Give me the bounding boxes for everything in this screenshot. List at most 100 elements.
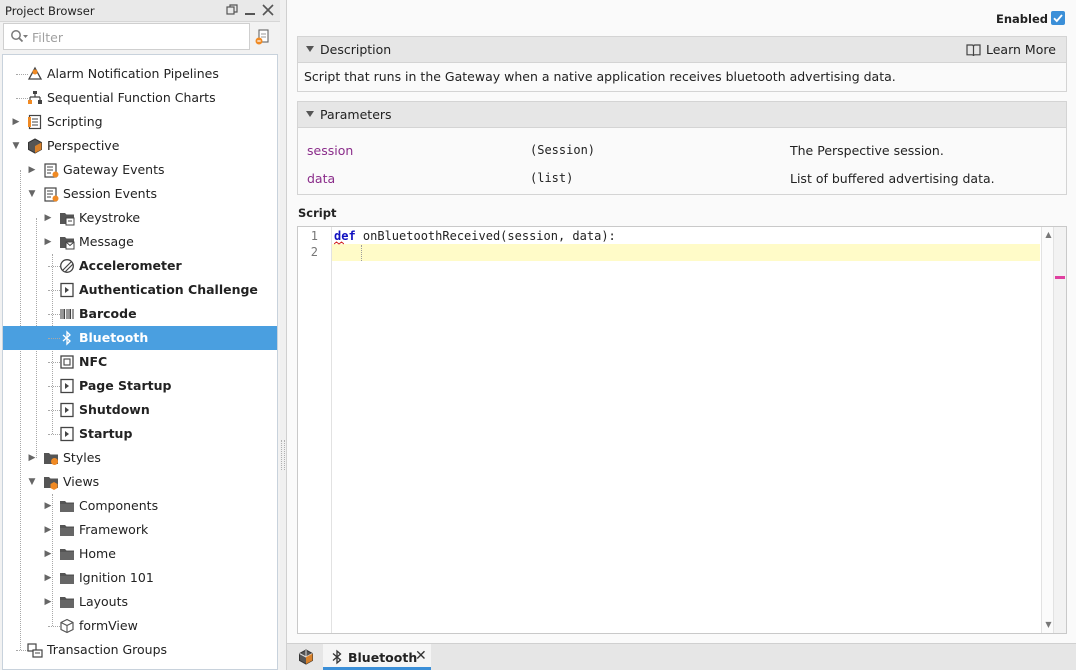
expand-arrow-icon[interactable]: ▶ xyxy=(11,117,21,127)
description-section: Description Learn More Script that runs … xyxy=(297,36,1067,92)
filter-field[interactable] xyxy=(3,23,250,50)
perspective-icon[interactable] xyxy=(298,649,314,665)
parameter-type: (Session) xyxy=(530,143,596,157)
tree-item-message[interactable]: ▶ Message xyxy=(3,230,277,254)
expand-arrow-icon[interactable]: ▶ xyxy=(43,501,53,511)
session-events-icon xyxy=(44,187,59,202)
tree-item-perspective[interactable]: ▼ Perspective xyxy=(3,134,277,158)
parameter-row: data (list) List of buffered advertising… xyxy=(298,166,1066,190)
tree-item-startup[interactable]: Startup xyxy=(3,422,277,446)
tree-item-bluetooth[interactable]: Bluetooth xyxy=(3,326,277,350)
splitter-handle[interactable] xyxy=(281,440,285,470)
expand-arrow-icon[interactable]: ▶ xyxy=(43,525,53,535)
vertical-scrollbar[interactable]: ▲ ▼ xyxy=(1041,227,1053,633)
styles-folder-icon xyxy=(44,453,58,465)
line-number-gutter: 1 2 xyxy=(298,227,332,633)
tree-item-components[interactable]: ▶ Components xyxy=(3,494,277,518)
expand-arrow-icon[interactable]: ▶ xyxy=(27,165,37,175)
collapse-arrow-icon[interactable]: ▼ xyxy=(27,477,37,487)
error-overview-ruler[interactable] xyxy=(1053,227,1066,633)
tree-item-transaction-groups[interactable]: Transaction Groups xyxy=(3,638,277,662)
tree-item-label: Bluetooth xyxy=(79,330,149,345)
filter-options-icon[interactable] xyxy=(253,27,273,47)
tree-item-label: Barcode xyxy=(79,306,137,321)
description-header[interactable]: Description Learn More xyxy=(298,37,1066,63)
folder-icon xyxy=(60,549,74,560)
collapse-arrow-icon[interactable]: ▼ xyxy=(27,189,37,199)
tree-item-label: Keystroke xyxy=(79,210,141,225)
close-tab-icon[interactable]: ✕ xyxy=(415,649,427,663)
current-line-highlight xyxy=(332,244,1040,261)
expand-arrow-icon[interactable]: ▶ xyxy=(43,597,53,607)
tree-item-framework[interactable]: ▶ Framework xyxy=(3,518,277,542)
tree-item-label: Sequential Function Charts xyxy=(47,90,216,105)
close-icon[interactable] xyxy=(261,3,275,17)
script-event-icon xyxy=(60,378,74,394)
filter-input[interactable] xyxy=(32,28,242,46)
project-tree[interactable]: Alarm Notification Pipelines Sequential F… xyxy=(2,54,278,670)
tree-item-barcode[interactable]: Barcode xyxy=(3,302,277,326)
tree-item-label: Accelerometer xyxy=(79,258,182,273)
alarm-pipeline-icon xyxy=(27,66,43,80)
expand-arrow-icon[interactable]: ▶ xyxy=(43,213,53,223)
tree-item-label: Perspective xyxy=(47,138,120,153)
expand-arrow-icon[interactable]: ▶ xyxy=(43,549,53,559)
tree-item-views[interactable]: ▼ Views xyxy=(3,470,277,494)
tree-item-home[interactable]: ▶ Home xyxy=(3,542,277,566)
parameters-title: Parameters xyxy=(320,107,392,122)
tree-item-ignition-101[interactable]: ▶ Ignition 101 xyxy=(3,566,277,590)
learn-more-link[interactable]: Learn More xyxy=(966,41,1058,59)
tree-item-label: Message xyxy=(79,234,134,249)
tree-item-alarm-notification-pipelines[interactable]: Alarm Notification Pipelines xyxy=(3,62,277,86)
tree-item-scripting[interactable]: ▶ Scripting xyxy=(3,110,277,134)
minimize-icon[interactable] xyxy=(243,3,257,17)
tree-item-sequential-function-charts[interactable]: Sequential Function Charts xyxy=(3,86,277,110)
code-text-area[interactable]: def onBluetoothReceived(session, data): xyxy=(332,227,1040,633)
error-marker[interactable] xyxy=(1055,276,1065,279)
tree-item-label: Shutdown xyxy=(79,402,150,417)
parameter-description: The Perspective session. xyxy=(790,143,944,158)
collapse-arrow-icon[interactable]: ▼ xyxy=(11,141,21,151)
tree-item-shutdown[interactable]: Shutdown xyxy=(3,398,277,422)
tree-item-label: Alarm Notification Pipelines xyxy=(47,66,219,81)
tree-item-nfc[interactable]: NFC xyxy=(3,350,277,374)
scroll-up-icon[interactable]: ▲ xyxy=(1044,230,1053,239)
project-browser-title: Project Browser xyxy=(5,4,95,18)
collapse-triangle-icon[interactable] xyxy=(306,46,314,52)
expand-arrow-icon[interactable]: ▶ xyxy=(43,237,53,247)
parameter-name: session xyxy=(307,143,354,158)
tree-item-label: Framework xyxy=(79,522,149,537)
parameters-section: Parameters session (Session) The Perspec… xyxy=(297,101,1067,195)
tree-item-styles[interactable]: ▶ Styles xyxy=(3,446,277,470)
enabled-checkbox[interactable] xyxy=(1051,11,1065,25)
collapse-triangle-icon[interactable] xyxy=(306,111,314,117)
tree-item-accelerometer[interactable]: Accelerometer xyxy=(3,254,277,278)
tree-item-label: Layouts xyxy=(79,594,129,609)
tree-item-gateway-events[interactable]: ▶ Gateway Events xyxy=(3,158,277,182)
restore-icon[interactable] xyxy=(225,3,239,17)
tree-item-session-events[interactable]: ▼ Session Events xyxy=(3,182,277,206)
view-icon xyxy=(60,618,74,634)
tree-item-label: Home xyxy=(79,546,116,561)
tree-item-label: Styles xyxy=(63,450,101,465)
bluetooth-icon xyxy=(62,330,71,346)
tree-item-label: Views xyxy=(63,474,100,489)
tree-item-formview[interactable]: formView xyxy=(3,614,277,638)
line-number: 1 xyxy=(310,229,318,243)
project-browser-panel: Project Browser Alarm Notification Pipel… xyxy=(0,0,280,670)
tab-label: Bluetooth xyxy=(348,650,418,665)
folder-icon xyxy=(60,525,74,536)
tab-bluetooth[interactable]: Bluetooth ✕ xyxy=(323,644,431,670)
tree-item-authentication-challenge[interactable]: Authentication Challenge xyxy=(3,278,277,302)
enabled-label: Enabled xyxy=(996,12,1049,26)
tree-item-keystroke[interactable]: ▶ Keystroke xyxy=(3,206,277,230)
code-editor[interactable]: 1 2 def onBluetoothReceived(session, dat… xyxy=(297,226,1067,634)
tree-item-layouts[interactable]: ▶ Layouts xyxy=(3,590,277,614)
warning-squiggle-icon xyxy=(334,241,344,245)
tree-item-page-startup[interactable]: Page Startup xyxy=(3,374,277,398)
parameters-header[interactable]: Parameters xyxy=(298,102,1066,128)
tree-item-label: formView xyxy=(79,618,138,633)
scroll-down-icon[interactable]: ▼ xyxy=(1044,620,1053,629)
expand-arrow-icon[interactable]: ▶ xyxy=(43,573,53,583)
expand-arrow-icon[interactable]: ▶ xyxy=(27,453,37,463)
